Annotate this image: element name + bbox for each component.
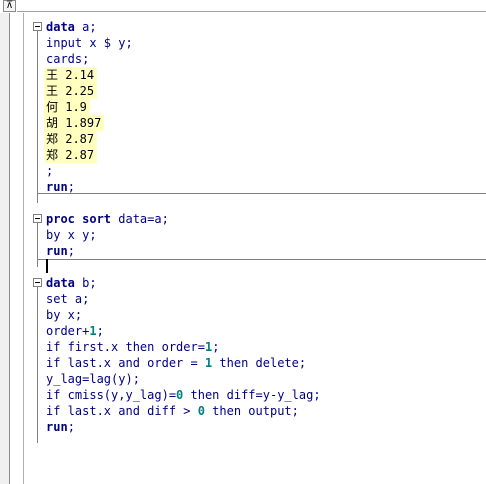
code-token: b; bbox=[74, 276, 97, 290]
code-line[interactable]: data a; bbox=[46, 19, 97, 35]
code-line[interactable]: proc sort data=a; bbox=[46, 211, 169, 227]
code-line[interactable]: run; bbox=[46, 243, 75, 259]
code-token: y_lag=lag(y); bbox=[46, 372, 140, 386]
keyword-token: proc sort bbox=[46, 212, 112, 226]
keyword-token: run bbox=[46, 244, 68, 258]
code-token: input x $ y; bbox=[46, 36, 133, 50]
datalines-row[interactable]: 王 2.25 bbox=[44, 83, 98, 99]
code-line[interactable]: if last.x and diff > 0 then output; bbox=[46, 403, 299, 419]
code-line[interactable]: order+1; bbox=[46, 323, 104, 339]
keyword-token: data bbox=[46, 20, 75, 34]
code-token: data=a; bbox=[111, 212, 169, 226]
section-separator bbox=[37, 193, 486, 194]
datalines-row[interactable]: 何 1.9 bbox=[44, 99, 90, 115]
code-token: ; bbox=[67, 420, 75, 434]
fold-guide bbox=[37, 31, 38, 203]
code-line[interactable]: data b; bbox=[46, 275, 97, 291]
code-token: if first.x then order= bbox=[46, 340, 205, 354]
code-line[interactable]: if cmiss(y,y_lag)=0 then diff=y-y_lag; bbox=[46, 387, 321, 403]
keyword-token: run bbox=[46, 420, 68, 434]
code-token: 郑 2.87 bbox=[46, 132, 95, 146]
code-token: then output; bbox=[204, 404, 299, 418]
code-token: by x; bbox=[46, 308, 83, 322]
code-token: 何 1.9 bbox=[46, 100, 87, 114]
code-line[interactable]: if last.x and order = 1 then delete; bbox=[46, 355, 306, 371]
code-line[interactable]: run; bbox=[46, 419, 75, 435]
datalines-row[interactable]: 郑 2.87 bbox=[44, 131, 98, 147]
code-token: by x y; bbox=[46, 228, 97, 242]
code-token: cards; bbox=[46, 52, 90, 66]
keyword-token: data bbox=[46, 276, 75, 290]
collapse-toggle[interactable] bbox=[33, 214, 42, 223]
datalines-row[interactable]: 胡 1.897 bbox=[44, 115, 105, 131]
datalines-row[interactable]: 郑 2.87 bbox=[44, 147, 98, 163]
code-token: if last.x and order = bbox=[46, 356, 205, 370]
code-token: a; bbox=[74, 20, 97, 34]
code-editor[interactable]: data a; input x $ y; cards; 王 2.14 王 2.25 何 1… bbox=[0, 0, 486, 484]
collapse-toggle[interactable] bbox=[33, 278, 42, 287]
code-token: order+ bbox=[46, 324, 90, 338]
code-token: ; bbox=[67, 180, 75, 194]
code-token: ; bbox=[96, 324, 104, 338]
code-line[interactable]: if first.x then order=1; bbox=[46, 339, 219, 355]
code-token: ; bbox=[46, 164, 54, 178]
number-token: 0 bbox=[197, 404, 205, 418]
code-token: if cmiss(y,y_lag)= bbox=[46, 388, 177, 402]
number-token: 1 bbox=[89, 324, 97, 338]
code-token: then delete; bbox=[212, 356, 307, 370]
fold-guide bbox=[37, 223, 38, 267]
datalines-row[interactable]: 王 2.14 bbox=[44, 67, 98, 83]
section-separator bbox=[37, 259, 486, 260]
collapse-toggle[interactable] bbox=[33, 22, 42, 31]
code-token: set a; bbox=[46, 292, 90, 306]
code-line[interactable]: y_lag=lag(y); bbox=[46, 371, 140, 387]
fold-guide bbox=[37, 287, 38, 443]
code-line[interactable]: cards; bbox=[46, 51, 89, 67]
code-token: then diff=y-y_lag; bbox=[183, 388, 321, 402]
code-line[interactable]: by x; bbox=[46, 307, 82, 323]
keyword-token: run bbox=[46, 180, 68, 194]
code-token: 王 2.25 bbox=[46, 84, 95, 98]
code-token: 郑 2.87 bbox=[46, 148, 95, 162]
code-line[interactable]: set a; bbox=[46, 291, 89, 307]
code-token: 王 2.14 bbox=[46, 68, 95, 82]
code-line[interactable]: ; bbox=[46, 163, 53, 179]
code-token: if last.x and diff > bbox=[46, 404, 198, 418]
code-token: ; bbox=[67, 244, 75, 258]
code-line[interactable]: by x y; bbox=[46, 227, 97, 243]
text-cursor bbox=[46, 259, 48, 273]
code-token: 胡 1.897 bbox=[46, 116, 102, 130]
code-token: ; bbox=[212, 340, 220, 354]
code-line[interactable]: input x $ y; bbox=[46, 35, 133, 51]
